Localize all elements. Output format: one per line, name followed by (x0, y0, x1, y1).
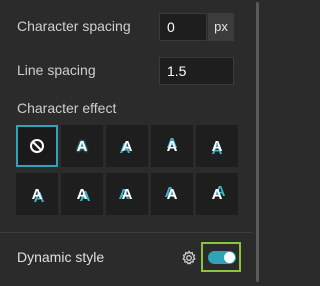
effect-halo-tile[interactable]: A (61, 125, 103, 167)
effect-shadow-bottom-right-tile[interactable]: AA (16, 173, 58, 215)
scrollbar[interactable] (253, 0, 261, 286)
effect-glyph: A (166, 137, 178, 155)
effect-none-tile[interactable] (16, 125, 58, 167)
effect-glyph: A (121, 137, 133, 155)
dynamic-style-toggle-highlight (201, 242, 241, 272)
effect-glyph: A (76, 185, 88, 203)
text-style-panel: Character spacing 0 px Line spacing 1.5 … (0, 0, 253, 286)
line-spacing-input[interactable]: 1.5 (159, 57, 234, 85)
character-spacing-label: Character spacing (17, 18, 131, 34)
line-spacing-label: Line spacing (17, 62, 96, 78)
dynamic-style-toggle[interactable] (208, 251, 236, 264)
effect-shadow-top-right-tile[interactable]: AA (196, 173, 238, 215)
gear-icon[interactable] (181, 250, 197, 266)
character-spacing-unit[interactable]: px (208, 13, 234, 41)
effect-glyph: A (166, 185, 178, 203)
effect-shadow-left-tile[interactable]: AA (106, 173, 148, 215)
effect-shadow-bottom-tile[interactable]: AA (196, 125, 238, 167)
no-effect-icon (30, 139, 44, 153)
effect-glyph: A (121, 185, 133, 203)
toggle-knob (224, 252, 235, 263)
section-divider (0, 232, 253, 233)
dynamic-style-label: Dynamic style (17, 249, 105, 265)
scrollbar-thumb[interactable] (256, 2, 259, 282)
character-effect-label: Character effect (17, 100, 117, 116)
effect-glyph: A (31, 185, 43, 203)
effect-shadow-top-left-tile[interactable]: AA (151, 173, 193, 215)
effect-shadow-bottom-left-tile[interactable]: AA (106, 125, 148, 167)
character-spacing-input[interactable]: 0 (159, 13, 207, 41)
effect-shadow-top-tile[interactable]: AA (151, 125, 193, 167)
effect-glyph: A (211, 137, 223, 155)
effect-glyph: A (211, 185, 223, 203)
effect-shadow-right-low-tile[interactable]: AA (61, 173, 103, 215)
effect-glyph: A (76, 137, 88, 155)
